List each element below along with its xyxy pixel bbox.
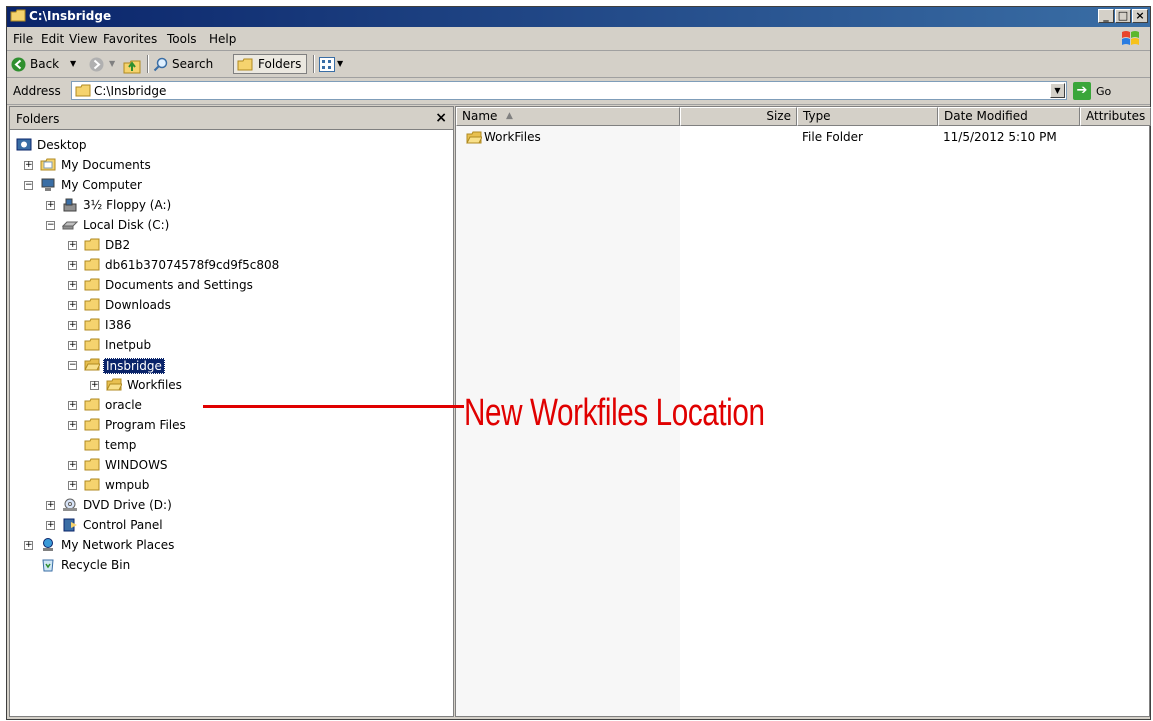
column-header-size[interactable]: Size xyxy=(680,107,797,126)
expand-icon[interactable]: + xyxy=(24,161,33,170)
open-folder-icon xyxy=(84,358,100,371)
windows-logo-icon xyxy=(1122,31,1139,45)
disk-icon xyxy=(62,221,78,230)
menu-help[interactable]: Help xyxy=(209,32,236,46)
minimize-button[interactable]: _ xyxy=(1098,9,1114,23)
folder-icon xyxy=(84,458,100,471)
toolbar: Back ▼ ▼ Search Folders ▼ xyxy=(7,51,1150,78)
desktop-icon xyxy=(16,138,32,151)
menu-favorites[interactable]: Favorites xyxy=(103,32,157,46)
views-dropdown-icon[interactable]: ▼ xyxy=(337,54,343,74)
expand-icon[interactable]: + xyxy=(24,541,33,550)
computer-icon xyxy=(41,178,55,191)
folders-label: Folders xyxy=(258,57,302,71)
folder-icon xyxy=(84,318,100,331)
expand-icon[interactable]: + xyxy=(68,421,77,430)
network-icon xyxy=(43,538,53,551)
folder-icon xyxy=(84,418,100,431)
folders-button[interactable]: Folders xyxy=(233,54,307,74)
forward-arrow-icon xyxy=(89,57,104,72)
menu-edit[interactable]: Edit xyxy=(41,32,64,46)
back-arrow-icon xyxy=(11,57,26,72)
open-folder-icon xyxy=(106,378,122,391)
floppy-icon xyxy=(63,198,77,212)
expand-icon[interactable]: + xyxy=(46,521,55,530)
file-date-modified: 11/5/2012 5:10 PM xyxy=(943,130,1057,144)
collapse-icon[interactable]: − xyxy=(46,221,55,230)
explorer-window: C:\Insbridge _ □ × File Edit View Favorite… xyxy=(6,6,1151,720)
address-label: Address xyxy=(13,84,61,98)
expand-icon[interactable]: + xyxy=(68,461,77,470)
expand-icon[interactable]: + xyxy=(68,401,77,410)
maximize-button[interactable]: □ xyxy=(1115,9,1131,23)
expand-icon[interactable]: + xyxy=(90,381,99,390)
address-bar: Address C:\Insbridge ▼ ➔ Go xyxy=(7,78,1150,105)
back-dropdown-icon[interactable]: ▼ xyxy=(70,54,76,74)
file-type: File Folder xyxy=(802,130,863,144)
go-arrow-icon: ➔ xyxy=(1073,82,1091,100)
address-value: C:\Insbridge xyxy=(94,84,167,98)
collapse-icon[interactable]: − xyxy=(24,181,33,190)
menu-file[interactable]: File xyxy=(13,32,33,46)
column-header-attributes[interactable]: Attributes xyxy=(1080,107,1151,126)
open-folder-icon xyxy=(466,131,482,144)
forward-dropdown-icon[interactable]: ▼ xyxy=(109,54,115,74)
column-header-name[interactable]: Name ▲ xyxy=(456,107,680,126)
tree-item-label-selected: Insbridge xyxy=(103,358,165,374)
expand-icon[interactable]: + xyxy=(68,241,77,250)
folder-icon xyxy=(10,9,26,22)
folder-icon xyxy=(84,258,100,271)
folder-icon xyxy=(84,338,100,351)
go-label: Go xyxy=(1096,85,1112,98)
folder-icon xyxy=(84,398,100,411)
folder-icon xyxy=(84,298,100,311)
folder-icon xyxy=(84,438,100,451)
menu-tools[interactable]: Tools xyxy=(167,32,197,46)
folders-pane-title: Folders xyxy=(16,112,60,126)
folder-icon xyxy=(84,478,100,491)
expand-icon[interactable]: + xyxy=(68,281,77,290)
expand-icon[interactable]: + xyxy=(68,301,77,310)
expand-icon[interactable]: + xyxy=(46,201,55,210)
menu-view[interactable]: View xyxy=(69,32,97,46)
file-name: WorkFiles xyxy=(484,130,541,144)
annotation-text: New Workfiles Location xyxy=(464,392,765,434)
folder-icon xyxy=(84,238,100,251)
back-label: Back xyxy=(30,57,60,71)
recycle-bin-icon xyxy=(42,559,54,572)
folder-icon xyxy=(237,58,253,71)
address-input[interactable]: C:\Insbridge ▼ xyxy=(71,81,1067,100)
window-title: C:\Insbridge xyxy=(29,9,112,23)
expand-icon[interactable]: + xyxy=(46,501,55,510)
control-panel-icon xyxy=(63,518,77,532)
collapse-icon[interactable]: − xyxy=(68,361,77,370)
up-folder-icon[interactable] xyxy=(123,56,141,76)
folders-pane: Folders × Desktop + My Documents − My Co… xyxy=(9,106,454,717)
annotation-line xyxy=(203,405,464,408)
close-button[interactable]: × xyxy=(1132,9,1148,23)
folder-icon xyxy=(75,84,91,97)
sort-ascending-icon: ▲ xyxy=(506,111,513,121)
folder-icon xyxy=(84,278,100,291)
menu-bar: File Edit View Favorites Tools Help xyxy=(7,28,1150,51)
address-dropdown-button[interactable]: ▼ xyxy=(1050,83,1065,98)
expand-icon[interactable]: + xyxy=(68,341,77,350)
search-icon xyxy=(153,57,168,72)
table-row[interactable]: WorkFiles File Folder 11/5/2012 5:10 PM xyxy=(456,129,1149,147)
column-header-date-modified[interactable]: Date Modified xyxy=(938,107,1080,126)
expand-icon[interactable]: + xyxy=(68,321,77,330)
folders-pane-header: Folders × xyxy=(10,107,453,130)
close-pane-button[interactable]: × xyxy=(435,110,447,126)
search-label: Search xyxy=(172,57,214,71)
folder-tree: Desktop + My Documents − My Computer + 3… xyxy=(10,131,453,716)
title-bar[interactable]: C:\Insbridge _ □ × xyxy=(7,7,1150,27)
views-icon xyxy=(319,57,335,72)
expand-icon[interactable]: + xyxy=(68,261,77,270)
expand-icon[interactable]: + xyxy=(68,481,77,490)
dvd-icon xyxy=(63,498,77,511)
column-header-type[interactable]: Type xyxy=(797,107,938,126)
my-documents-icon xyxy=(40,158,56,171)
